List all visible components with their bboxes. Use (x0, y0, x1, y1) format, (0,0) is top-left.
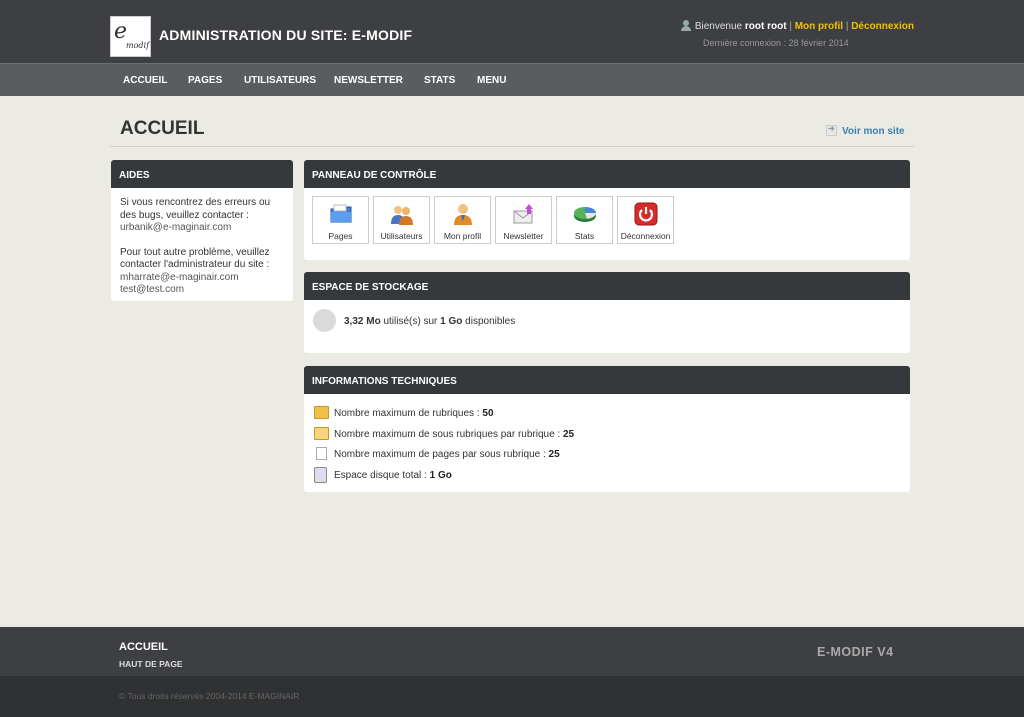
view-site-label: Voir mon site (842, 126, 905, 137)
page-title: ACCUEIL (120, 118, 205, 139)
storage-used-text: utilisé(s) sur (383, 316, 438, 327)
tile-label: Stats (574, 231, 595, 241)
nav-item-accueil[interactable]: ACCUEIL (123, 75, 167, 86)
info-label: Nombre maximum de pages par sous rubriqu… (334, 449, 546, 460)
arrow-right-icon (826, 124, 837, 136)
user-icon (454, 204, 472, 225)
profile-link[interactable]: Mon profil (795, 21, 843, 32)
aides-text-bugs: Si vous rencontrez des erreurs ou des bu… (120, 197, 271, 221)
info-row-rubriques: Nombre maximum de rubriques : 50 (314, 406, 494, 419)
tile-stats[interactable]: Stats (556, 196, 613, 244)
title-divider (110, 146, 914, 147)
pie-chart-icon (574, 207, 596, 222)
info-value: 25 (548, 449, 560, 460)
tech-info-panel: INFORMATIONS TECHNIQUES Nombre maximum d… (304, 366, 910, 492)
main-nav: ACCUEIL PAGES UTILISATEURS NEWSLETTER ST… (0, 63, 1024, 96)
user-icon (680, 20, 691, 31)
email-link[interactable]: urbanik@e-maginair.com (120, 222, 280, 235)
email-link[interactable]: test@test.com (120, 284, 280, 297)
nav-item-menu[interactable]: MENU (477, 75, 506, 86)
logout-link[interactable]: Déconnexion (851, 21, 914, 32)
tile-utilisateurs[interactable]: Utilisateurs (373, 196, 430, 244)
tile-label: Pages (328, 231, 353, 241)
control-panel: PANNEAU DE CONTRÔLE Pages Utilisateurs M… (304, 160, 910, 260)
envelope-icon (513, 204, 533, 224)
site-logo[interactable]: e modif (110, 16, 151, 57)
nav-item-newsletter[interactable]: NEWSLETTER (334, 75, 403, 86)
folder-open-icon (314, 427, 329, 440)
aides-content: Si vous rencontrez des erreurs ou des bu… (120, 197, 280, 297)
panel-heading: ESPACE DE STOCKAGE (304, 272, 910, 300)
aides-panel: AIDES Si vous rencontrez des erreurs ou … (111, 160, 293, 301)
nav-item-stats[interactable]: STATS (424, 75, 455, 86)
storage-panel: ESPACE DE STOCKAGE 3,32 Mo utilisé(s) su… (304, 272, 910, 353)
last-login: Dernière connexion : 28 février 2014 (703, 38, 849, 48)
folder-icon (314, 406, 329, 419)
storage-total: 1 Go (440, 316, 463, 327)
email-link[interactable]: mharrate@e-maginair.com (120, 272, 280, 285)
info-row-sous-rubriques: Nombre maximum de sous rubriques par rub… (314, 427, 574, 440)
disk-icon (314, 467, 327, 483)
document-icon (316, 447, 327, 460)
footer: ACCUEIL HAUT DE PAGE E-MODIF V4 (0, 627, 1024, 676)
version-label: E-MODIF V4 (817, 645, 894, 659)
back-to-top-link[interactable]: HAUT DE PAGE (119, 659, 183, 669)
view-site-link[interactable]: Voir mon site (826, 124, 905, 137)
tile-label: Déconnexion (620, 231, 671, 241)
tile-mon-profil[interactable]: Mon profil (434, 196, 491, 244)
bottom-bar: © Tous droits réservés 2004-2014 E-MAGIN… (0, 676, 1024, 717)
power-icon (634, 202, 658, 226)
user-name: root root (744, 21, 787, 32)
folder-icon (330, 204, 352, 223)
tile-label: Utilisateurs (380, 231, 423, 241)
user-bar: Bienvenue root root | Mon profil | Décon… (680, 20, 914, 32)
separator: | (789, 21, 792, 32)
info-label: Espace disque total : (334, 470, 427, 481)
info-label: Nombre maximum de sous rubriques par rub… (334, 429, 561, 440)
header: e modif ADMINISTRATION DU SITE: E-MODIF … (0, 0, 1024, 63)
storage-pie-chart (313, 309, 336, 332)
nav-item-utilisateurs[interactable]: UTILISATEURS (244, 75, 316, 86)
users-icon (391, 206, 413, 225)
info-row-pages: Nombre maximum de pages par sous rubriqu… (314, 447, 560, 460)
nav-item-pages[interactable]: PAGES (188, 75, 222, 86)
panel-heading: PANNEAU DE CONTRÔLE (304, 160, 910, 188)
tile-pages[interactable]: Pages (312, 196, 369, 244)
info-label: Nombre maximum de rubriques : (334, 408, 480, 419)
tile-newsletter[interactable]: Newsletter (495, 196, 552, 244)
panel-heading: INFORMATIONS TECHNIQUES (304, 366, 910, 394)
footer-title: ACCUEIL (119, 641, 168, 653)
tile-label: Mon profil (443, 231, 482, 241)
info-value: 25 (563, 429, 575, 440)
info-value: 1 Go (429, 470, 452, 481)
welcome-text: Bienvenue (694, 21, 743, 32)
aides-text-admin: Pour tout autre problème, veuillez conta… (120, 246, 270, 271)
storage-available-text: disponibles (465, 316, 516, 327)
storage-usage: 3,32 Mo utilisé(s) sur 1 Go disponibles (344, 316, 515, 327)
info-row-disk: Espace disque total : 1 Go (314, 467, 452, 483)
logo-word: modif (126, 41, 150, 50)
separator: | (845, 21, 849, 32)
site-title: ADMINISTRATION DU SITE: E-MODIF (159, 27, 413, 43)
tile-label: Newsletter (503, 231, 544, 241)
tile-deconnexion[interactable]: Déconnexion (617, 196, 674, 244)
info-value: 50 (482, 408, 494, 419)
copyright: © Tous droits réservés 2004-2014 E-MAGIN… (119, 691, 300, 701)
panel-heading: AIDES (111, 160, 293, 188)
storage-used: 3,32 Mo (344, 316, 381, 327)
